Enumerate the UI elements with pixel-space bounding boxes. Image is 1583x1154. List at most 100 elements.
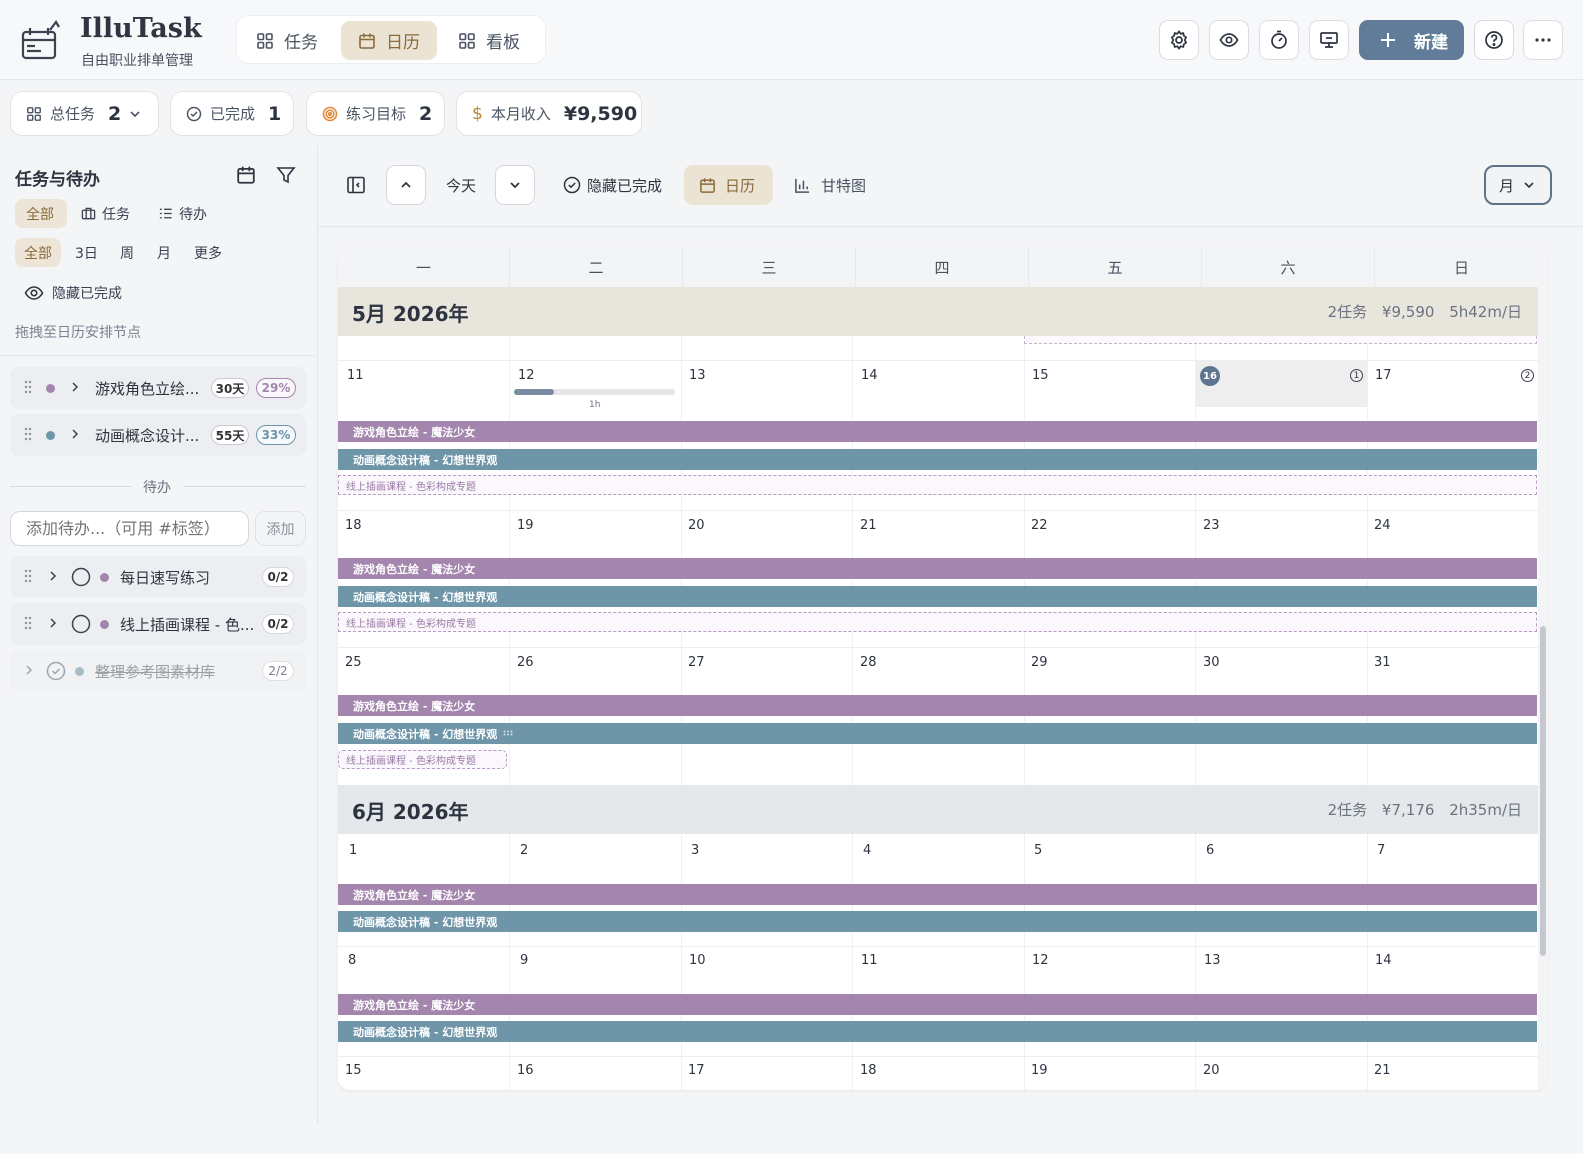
calendar-icon[interactable] — [236, 165, 256, 185]
day-number[interactable]: 11 — [347, 368, 364, 383]
day-number[interactable]: 13 — [1204, 953, 1221, 968]
day-number[interactable]: 20 — [688, 518, 705, 533]
day-number[interactable]: 19 — [517, 518, 534, 533]
todo-add-button[interactable]: 添加 — [255, 511, 306, 546]
drag-handle-icon[interactable] — [24, 380, 32, 394]
gantt-view-button[interactable]: 甘特图 — [794, 165, 866, 205]
day-number[interactable]: 17 — [1375, 368, 1392, 383]
day-number[interactable]: 22 — [1031, 518, 1048, 533]
filter-type-task[interactable]: 任务 — [81, 199, 147, 228]
event-dashed-partial[interactable] — [1024, 336, 1537, 344]
preview-button[interactable] — [1209, 20, 1249, 60]
more-button[interactable] — [1523, 20, 1563, 60]
task-row[interactable]: 游戏角色立绘... 30天 29% — [10, 367, 306, 409]
checkbox-circle-icon[interactable] — [71, 567, 91, 587]
day-number[interactable]: 3 — [691, 843, 699, 858]
task-row[interactable]: 动画概念设计... 55天 33% — [10, 414, 306, 456]
day-number[interactable]: 15 — [345, 1063, 362, 1078]
hide-done-button[interactable]: 隐藏已完成 — [563, 165, 662, 205]
day-number[interactable]: 11 — [861, 953, 878, 968]
day-number[interactable]: 18 — [860, 1063, 877, 1078]
event-bar-purple[interactable]: 游戏角色立绘 - 魔法少女 — [338, 421, 1537, 442]
todo-row[interactable]: 线上插画课程 - 色... 0/2 — [10, 603, 306, 645]
view-mode-select[interactable]: 月 — [1484, 165, 1552, 205]
day-number[interactable]: 7 — [1377, 843, 1385, 858]
day-number[interactable]: 24 — [1374, 518, 1391, 533]
day-number[interactable]: 8 — [348, 953, 356, 968]
resize-handle-icon[interactable] — [503, 730, 513, 736]
day-number[interactable]: 18 — [345, 518, 362, 533]
help-button[interactable] — [1474, 20, 1514, 60]
event-bar-dashed[interactable]: 线上插画课程 - 色彩构成专题 — [338, 475, 1537, 495]
presentation-button[interactable] — [1309, 20, 1349, 60]
day-number[interactable]: 12 — [1032, 953, 1049, 968]
day-number[interactable]: 13 — [689, 368, 706, 383]
event-bar-purple[interactable]: 游戏角色立绘 - 魔法少女 — [338, 558, 1537, 579]
filter-range-all[interactable]: 全部 — [15, 238, 61, 267]
filter-type-todo[interactable]: 待办 — [158, 199, 224, 228]
drag-handle-icon[interactable] — [24, 427, 32, 441]
day-number[interactable]: 14 — [1375, 953, 1392, 968]
today-badge[interactable]: 16 — [1200, 366, 1220, 386]
event-bar-dashed[interactable]: 线上插画课程 - 色彩构成专题 — [338, 750, 507, 769]
event-bar-purple[interactable]: 游戏角色立绘 - 魔法少女 — [338, 994, 1537, 1015]
event-bar-blue[interactable]: 动画概念设计稿 - 幻想世界观 — [338, 586, 1537, 607]
day-number[interactable]: 6 — [1206, 843, 1214, 858]
tab-tasks[interactable]: 任务 — [239, 21, 339, 60]
day-number[interactable]: 23 — [1203, 518, 1220, 533]
stat-total-tasks[interactable]: 总任务 2 — [10, 91, 159, 136]
todo-row[interactable]: 每日速写练习 0/2 — [10, 556, 306, 598]
chevron-right-icon[interactable] — [70, 428, 80, 440]
sidebar-hide-done-toggle[interactable]: 隐藏已完成 — [24, 278, 164, 307]
day-number[interactable]: 29 — [1031, 655, 1048, 670]
day-number[interactable]: 5 — [1034, 843, 1042, 858]
prev-button[interactable] — [386, 165, 426, 205]
day-number[interactable]: 17 — [688, 1063, 705, 1078]
day-number[interactable]: 4 — [863, 843, 871, 858]
settings-button[interactable] — [1159, 20, 1199, 60]
drag-handle-icon[interactable] — [24, 569, 32, 583]
filter-range-week[interactable]: 周 — [120, 238, 144, 267]
day-number[interactable]: 28 — [860, 655, 877, 670]
filter-range-3d[interactable]: 3日 — [75, 238, 107, 267]
filter-icon[interactable] — [276, 165, 296, 185]
filter-range-more[interactable]: 更多 — [194, 238, 232, 267]
chevron-right-icon[interactable] — [70, 381, 80, 393]
new-button[interactable]: 新建 — [1359, 20, 1464, 60]
todo-row-done[interactable]: 整理参考图素材库 2/2 — [10, 650, 306, 692]
chevron-right-icon[interactable] — [48, 617, 58, 629]
event-bar-purple[interactable]: 游戏角色立绘 - 魔法少女 — [338, 695, 1537, 716]
day-number[interactable]: 1 — [349, 843, 357, 858]
tab-board[interactable]: 看板 — [441, 21, 541, 60]
day-number[interactable]: 20 — [1203, 1063, 1220, 1078]
timer-button[interactable] — [1259, 20, 1299, 60]
event-bar-purple[interactable]: 游戏角色立绘 - 魔法少女 — [338, 884, 1537, 905]
day-number[interactable]: 12 — [518, 368, 535, 383]
event-bar-blue[interactable]: 动画概念设计稿 - 幻想世界观 — [338, 1021, 1537, 1042]
day-number[interactable]: 14 — [861, 368, 878, 383]
day-number[interactable]: 19 — [1031, 1063, 1048, 1078]
day-number[interactable]: 30 — [1203, 655, 1220, 670]
drag-handle-icon[interactable] — [24, 616, 32, 630]
day-number[interactable]: 25 — [345, 655, 362, 670]
check-circle-icon[interactable] — [46, 661, 66, 681]
scrollbar-thumb[interactable] — [1540, 626, 1546, 956]
checkbox-circle-icon[interactable] — [71, 614, 91, 634]
sidebar-toggle-icon[interactable] — [346, 175, 366, 195]
chevron-right-icon[interactable] — [48, 570, 58, 582]
day-number[interactable]: 21 — [1374, 1063, 1391, 1078]
day-number[interactable]: 21 — [860, 518, 877, 533]
event-bar-blue[interactable]: 动画概念设计稿 - 幻想世界观 — [338, 911, 1537, 932]
todo-input[interactable] — [10, 511, 249, 546]
day-number[interactable]: 31 — [1374, 655, 1391, 670]
filter-type-all[interactable]: 全部 — [15, 199, 67, 228]
day-number[interactable]: 10 — [689, 953, 706, 968]
day-number[interactable]: 2 — [520, 843, 528, 858]
today-cell[interactable] — [1196, 361, 1367, 407]
day-number[interactable]: 15 — [1032, 368, 1049, 383]
day-number[interactable]: 16 — [517, 1063, 534, 1078]
event-bar-blue[interactable]: 动画概念设计稿 - 幻想世界观 — [338, 449, 1537, 470]
calendar-view-button[interactable]: 日历 — [684, 165, 773, 205]
day-number[interactable]: 26 — [517, 655, 534, 670]
event-bar-dashed[interactable]: 线上插画课程 - 色彩构成专题 — [338, 612, 1537, 632]
